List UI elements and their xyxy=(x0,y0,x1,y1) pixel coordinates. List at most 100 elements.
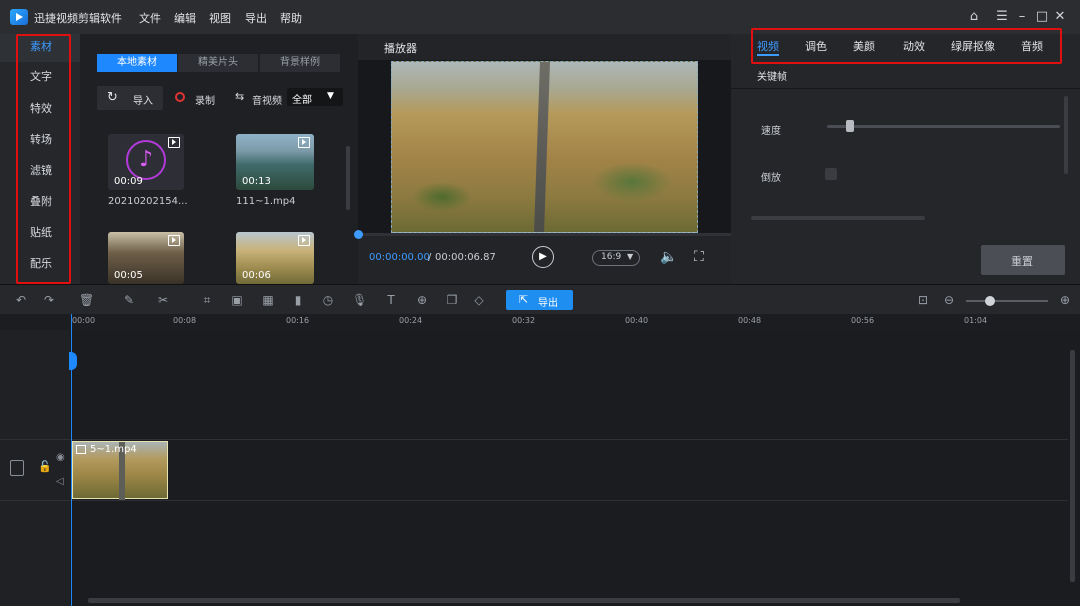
ruler-tick: 00:40 xyxy=(625,316,649,325)
zoom-out-icon[interactable]: ⊖ xyxy=(942,293,956,307)
aspect-ratio-value: 16:9 xyxy=(601,252,622,262)
import-button[interactable]: ↻ 导入 xyxy=(97,86,163,110)
divider xyxy=(731,88,1080,89)
timeline-ruler[interactable]: 00:00 00:08 00:16 00:24 00:32 00:40 00:4… xyxy=(0,314,1080,330)
music-note-icon: ♪ xyxy=(126,140,166,180)
chevron-down-icon: ▼ xyxy=(327,91,334,101)
thumb-duration: 00:05 xyxy=(114,270,143,281)
zoom-in-icon[interactable]: ⊕ xyxy=(1058,293,1072,307)
media-thumb-video[interactable]: 00:05 xyxy=(108,232,184,284)
timeline-toolbar: ↶ ↷ 🗑 ✎ ✂ ⌗ ▣ ▦ ▮ ◷ 🎙 T ⊕ ❐ ◇ ⇱ 导出 ⊡ ⊖ ⊕ xyxy=(0,284,1080,315)
record-icon[interactable] xyxy=(175,92,185,102)
aspect-ratio-dropdown[interactable]: 16:9 ▼ xyxy=(592,250,640,266)
home-icon[interactable]: ⌂ xyxy=(966,9,982,25)
eye-icon[interactable]: ◉ xyxy=(56,452,65,463)
maximize-icon[interactable]: □ xyxy=(1034,9,1050,25)
edit-icon[interactable]: ✎ xyxy=(122,293,136,307)
highlight-box xyxy=(16,34,71,284)
crop-icon[interactable]: ⌗ xyxy=(200,293,214,307)
audio-badge-icon xyxy=(168,137,180,148)
timeline-scrollbar-vertical[interactable] xyxy=(1070,350,1075,582)
thumb-filename: 20210202154... xyxy=(108,196,188,207)
player-title: 播放器 xyxy=(384,42,417,55)
swap-icon: ⇆ xyxy=(235,90,245,103)
media-thumb-video[interactable]: 00:13 xyxy=(236,134,314,190)
video-badge-icon xyxy=(168,235,180,246)
volume-icon[interactable]: 🔈 xyxy=(660,249,677,265)
tab-intros[interactable]: 精美片头 xyxy=(178,54,258,72)
export-label: 导出 xyxy=(538,298,558,309)
marker-icon[interactable]: ◇ xyxy=(472,293,486,307)
media-thumb-audio[interactable]: ♪ 00:09 xyxy=(108,134,184,190)
panel-scrollbar-vertical[interactable] xyxy=(1064,96,1068,174)
timeline-clip[interactable]: 5~1.mp4 xyxy=(72,441,168,500)
lock-icon[interactable]: 🔓 xyxy=(38,460,52,473)
speed-slider-handle[interactable] xyxy=(846,120,854,132)
mosaic-icon[interactable]: ▦ xyxy=(261,293,275,307)
tab-local-media[interactable]: 本地素材 xyxy=(97,54,177,72)
clip-name: 5~1.mp4 xyxy=(90,444,137,455)
split-icon[interactable]: ✂ xyxy=(156,293,170,307)
menu-help[interactable]: 帮助 xyxy=(280,10,302,26)
resize-icon[interactable]: ▣ xyxy=(230,293,244,307)
road-shape xyxy=(533,62,551,232)
export-icon: ⇱ xyxy=(519,293,529,306)
ruler-tick: 01:04 xyxy=(964,316,988,325)
reverse-checkbox[interactable] xyxy=(825,168,837,180)
media-scrollbar[interactable] xyxy=(346,146,350,210)
video-badge-icon xyxy=(298,137,310,148)
record-label[interactable]: 录制 xyxy=(195,92,215,107)
menu-edit[interactable]: 编辑 xyxy=(174,10,196,26)
playhead-handle[interactable] xyxy=(354,230,363,239)
microphone-icon[interactable]: 🎙 xyxy=(352,293,367,307)
clock-icon[interactable]: ◷ xyxy=(321,293,335,307)
thumb-duration: 00:13 xyxy=(242,176,271,187)
filter-dropdown[interactable]: 全部 ▼ xyxy=(287,88,343,106)
player-panel: 播放器 00:00:00.00 / 00:00:06.87 ▶ 16:9 ▼ 🔈… xyxy=(354,34,731,284)
audio-bars-icon[interactable]: ▮ xyxy=(291,293,305,307)
redo-icon[interactable]: ↷ xyxy=(42,293,56,307)
fullscreen-icon[interactable]: ⛶ xyxy=(694,249,704,265)
menu-icon[interactable]: ☰ xyxy=(994,9,1010,25)
app-logo-icon xyxy=(10,9,28,25)
total-time: 00:00:06.87 xyxy=(435,252,496,263)
text-icon[interactable]: T xyxy=(384,293,398,307)
play-button[interactable]: ▶ xyxy=(532,246,554,268)
menu-view[interactable]: 视图 xyxy=(209,10,231,26)
filter-label: 音视频 xyxy=(252,96,282,107)
reset-button[interactable]: 重置 xyxy=(981,245,1065,275)
speed-label: 速度 xyxy=(761,126,781,137)
speaker-icon[interactable]: ◁ xyxy=(56,476,64,487)
close-icon[interactable]: ✕ xyxy=(1052,9,1068,25)
export-button[interactable]: ⇱ 导出 xyxy=(506,290,573,310)
shrub-shape xyxy=(592,162,672,202)
filter-value: 全部 xyxy=(292,95,312,106)
track-divider xyxy=(0,439,1068,440)
time-separator: / xyxy=(428,252,432,263)
delete-icon[interactable]: 🗑 xyxy=(79,293,94,307)
thumb-filename: 111~1.mp4 xyxy=(236,196,296,207)
playback-progress-bar[interactable] xyxy=(358,233,731,236)
zoom-slider-track[interactable] xyxy=(966,300,1048,302)
layers-icon[interactable]: ❐ xyxy=(445,293,459,307)
minimize-icon[interactable]: – xyxy=(1014,9,1030,25)
media-thumb-video[interactable]: 00:06 xyxy=(236,232,314,284)
import-label: 导入 xyxy=(133,96,153,107)
timeline-scrollbar-horizontal[interactable] xyxy=(88,598,960,603)
keyframe-label[interactable]: 关键帧 xyxy=(757,68,787,83)
properties-panel: 视频 调色 美颜 动效 绿屏抠像 音频 关键帧 速度 倒放 重置 xyxy=(731,28,1080,284)
speed-slider-track[interactable] xyxy=(827,125,1060,128)
fit-screen-icon[interactable]: ⊡ xyxy=(916,293,930,307)
reverse-label: 倒放 xyxy=(761,173,781,184)
panel-scrollbar-horizontal[interactable] xyxy=(751,216,925,220)
shrub-shape xyxy=(412,182,472,212)
tab-backgrounds[interactable]: 背景样例 xyxy=(260,54,340,72)
menu-export[interactable]: 导出 xyxy=(245,10,267,26)
undo-icon[interactable]: ↶ xyxy=(14,293,28,307)
zoom-slider-handle[interactable] xyxy=(985,296,995,306)
effects-icon[interactable]: ⊕ xyxy=(415,293,429,307)
video-preview[interactable] xyxy=(391,61,698,233)
ruler-tick: 00:00 xyxy=(72,316,96,325)
menu-file[interactable]: 文件 xyxy=(139,10,161,26)
playhead-handle[interactable] xyxy=(69,352,77,370)
